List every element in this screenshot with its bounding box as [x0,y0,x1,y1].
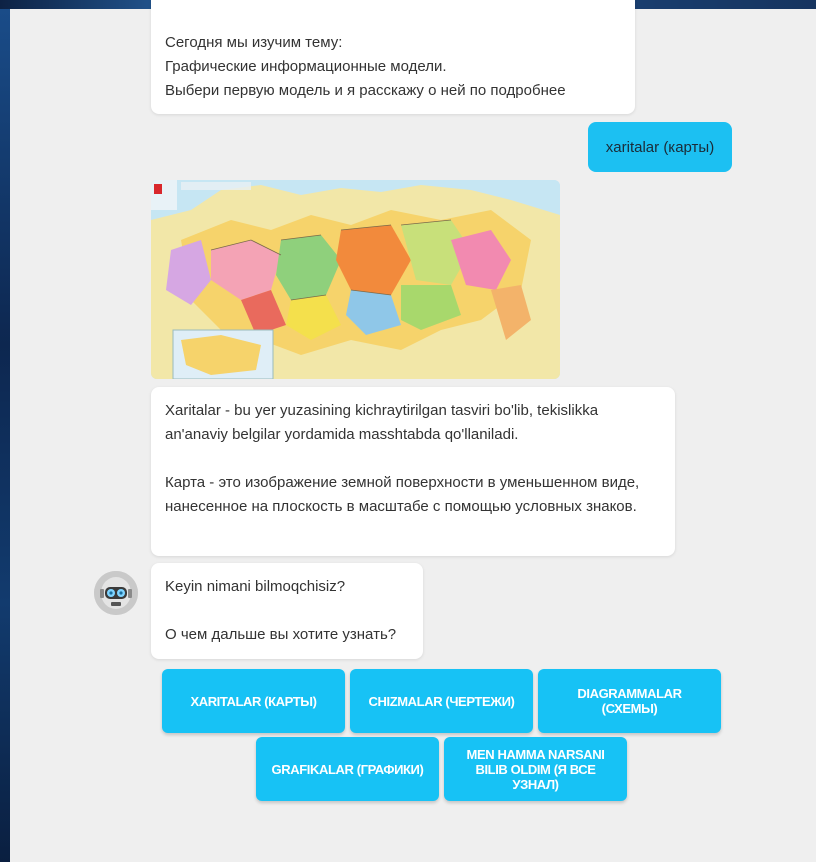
bot-message-definition: Xaritalar - bu yer yuzasining kichraytir… [151,387,675,556]
option-button-diagrams[interactable]: DIAGRAMMALAR (СХЕМЫ) [538,669,721,733]
intro-line-1: Сегодня мы изучим тему: [165,34,343,51]
bot-message-intro: Сегодня мы изучим тему: Графические инфо… [151,0,635,114]
question-uz: Keyin nimani bilmoqchisiz? [165,578,346,595]
user-message: xaritalar (карты) [588,122,732,172]
bot-message-question: Keyin nimani bilmoqchisiz? О чем дальше … [151,563,423,659]
bot-avatar [94,571,138,615]
option-button-finished[interactable]: MEN HAMMA NARSANI BILIB OLDIM (Я ВСЕ УЗН… [444,737,627,801]
intro-line-3: Выбери первую модель и я расскажу о ней … [165,82,566,99]
intro-line-2: Графические информационные модели. [165,58,447,75]
definition-uz: Xaritalar - bu yer yuzasining kichraytir… [165,402,599,443]
option-button-drawings[interactable]: CHIZMALAR (ЧЕРТЕЖИ) [350,669,533,733]
map-image[interactable] [151,180,560,379]
definition-ru: Карта - это изображение земной поверхнос… [165,474,640,515]
background-left-edge [0,0,10,862]
question-ru: О чем дальше вы хотите узнать? [165,626,397,643]
option-button-graphics[interactable]: GRAFIKALAR (ГРАФИКИ) [256,737,439,801]
user-message-text: xaritalar (карты) [605,138,715,156]
robot-icon [94,571,138,615]
option-button-maps[interactable]: XARITALAR (КАРТЫ) [162,669,345,733]
russia-map-illustration [151,180,560,379]
